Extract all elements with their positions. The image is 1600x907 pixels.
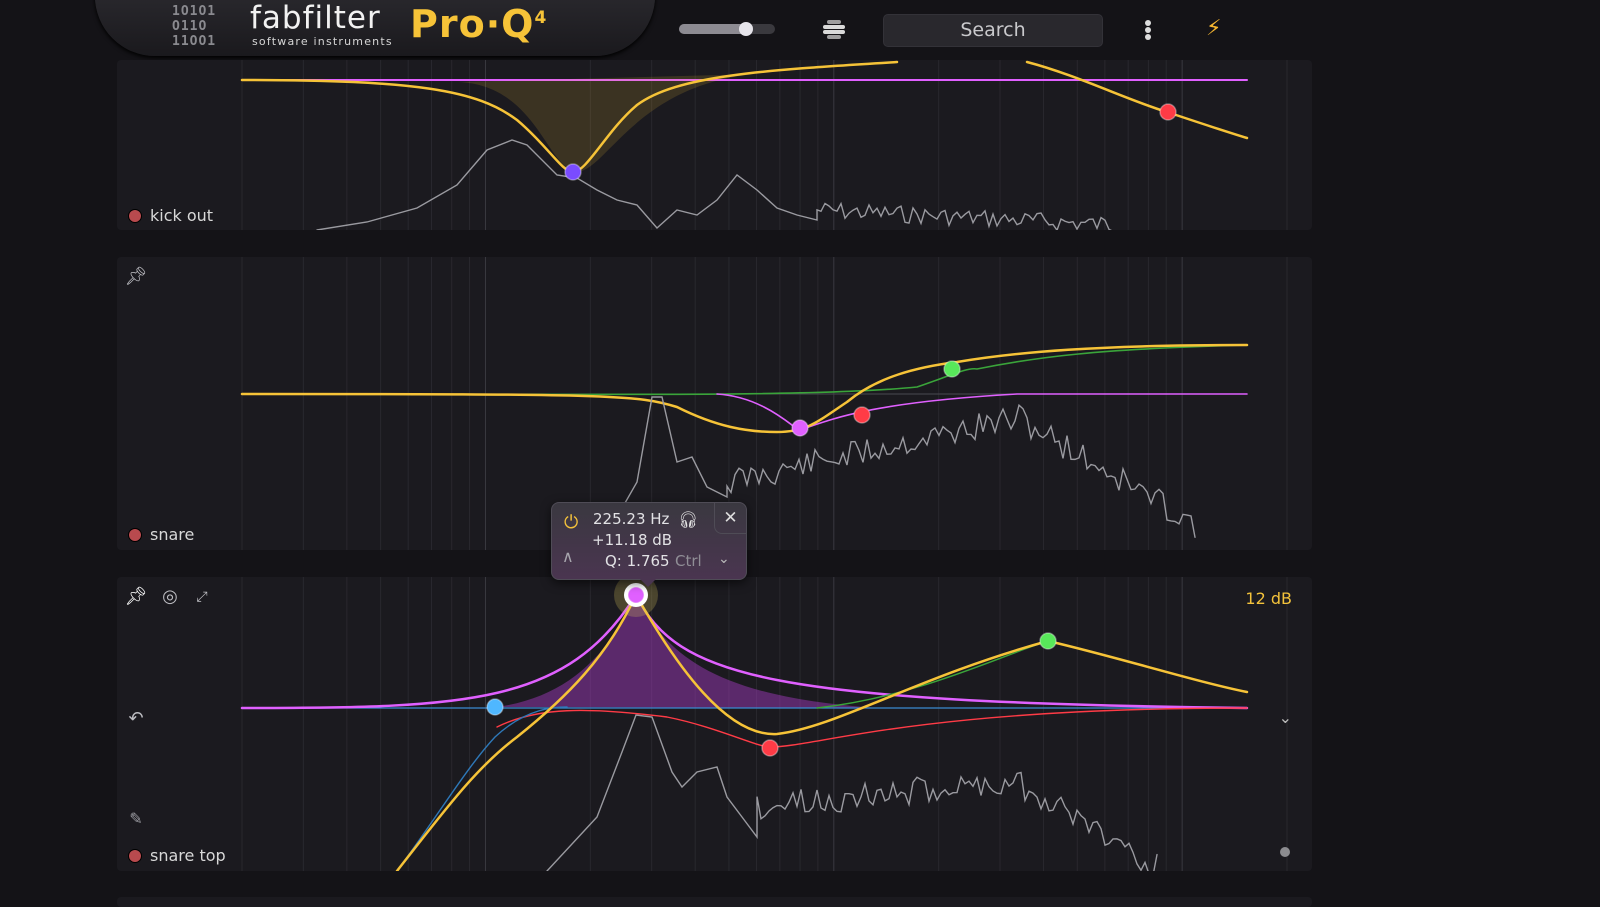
top-bar: 1O1O1 O11O 11OO1 fabfilter software inst…: [0, 0, 1600, 62]
fabfilter-logo-icon: 1O1O1 O11O 11OO1: [172, 4, 228, 50]
band-handle[interactable]: [627, 586, 645, 604]
track-color-dot: [129, 528, 141, 541]
band-frequency[interactable]: 225.23 Hz: [593, 510, 669, 528]
pin-icon[interactable]: 📌︎: [124, 585, 148, 609]
band-fill: [497, 595, 877, 708]
product-version: 4: [534, 8, 548, 28]
band-gain[interactable]: +11.18 dB: [592, 531, 672, 549]
output-level-slider[interactable]: [679, 22, 775, 36]
band-handle[interactable]: [486, 698, 504, 716]
track-name: snare top: [150, 846, 226, 865]
power-icon[interactable]: ⏻: [564, 512, 578, 533]
chevron-down-icon[interactable]: ⌄: [718, 551, 730, 567]
band-handle[interactable]: [1039, 632, 1057, 650]
band-curve: [241, 344, 1248, 396]
eq-panel-kick-out[interactable]: kick out: [117, 60, 1312, 230]
slider-fill: [679, 24, 747, 34]
eq-curve: [240, 343, 1249, 434]
spectrum-line: [546, 714, 1158, 871]
search-input[interactable]: Search: [883, 14, 1103, 47]
band-handle[interactable]: [761, 739, 779, 757]
product-name: Pro·Q4: [410, 2, 547, 46]
track-label[interactable]: snare top: [129, 846, 226, 865]
eq-panel-snare-top[interactable]: 📌︎ ◎ ⤢ ↶ ✎ 12 dB ⌄ snare top: [117, 577, 1312, 871]
chevron-down-icon[interactable]: ⌄: [1279, 708, 1292, 727]
slider-knob[interactable]: [739, 22, 754, 36]
band-fill: [457, 74, 757, 172]
logo-bits-row: O11O: [172, 19, 208, 34]
track-label[interactable]: snare: [129, 525, 194, 544]
brand-subtitle: software instruments: [252, 35, 393, 48]
band-handle[interactable]: [791, 419, 809, 437]
auto-gain-icon[interactable]: ◎: [158, 585, 182, 609]
band-q[interactable]: Q: 1.765: [605, 552, 670, 570]
track-color-dot: [129, 849, 141, 862]
band-handle[interactable]: [564, 163, 582, 181]
brush-icon[interactable]: ✎: [124, 807, 148, 831]
band-curve: [396, 706, 568, 871]
undo-icon[interactable]: ↶: [124, 707, 148, 731]
hamburger-stack-icon[interactable]: [822, 19, 846, 41]
spectrum-line: [316, 139, 1112, 230]
band-handle[interactable]: [1159, 103, 1177, 121]
eq-graph[interactable]: [117, 577, 1312, 871]
track-name: snare: [150, 525, 195, 544]
band-handle[interactable]: [943, 360, 961, 378]
db-range-label[interactable]: 12 dB: [1245, 589, 1292, 608]
bell-shape-icon[interactable]: ∧: [562, 547, 574, 566]
lightning-link-icon[interactable]: ⚡: [1206, 16, 1221, 41]
eq-curve: [395, 592, 1249, 871]
band-tooltip: ⏻ 225.23 Hz +11.18 dB ∧ Q: 1.765 Ctrl 🎧︎…: [551, 502, 747, 587]
pin-icon[interactable]: 📌︎: [124, 265, 148, 289]
modifier-hint: Ctrl: [675, 552, 702, 570]
track-label[interactable]: kick out: [129, 206, 213, 225]
logo-bits-row: 1O1O1: [172, 4, 217, 19]
eq-panel-partial: [117, 897, 1312, 907]
band-curve: [496, 707, 1248, 748]
brand-name: fabfilter: [250, 0, 381, 36]
track-name: kick out: [150, 206, 214, 225]
output-knob[interactable]: [1280, 847, 1290, 857]
expand-icon[interactable]: ⤢: [190, 585, 214, 609]
headphones-icon[interactable]: 🎧︎: [678, 510, 698, 529]
close-icon[interactable]: ✕: [714, 503, 746, 534]
eq-curve: [1025, 60, 1249, 140]
kebab-menu-icon[interactable]: [1145, 20, 1153, 40]
eq-graph[interactable]: [117, 60, 1312, 230]
logo-bits-row: 11OO1: [172, 34, 217, 49]
track-color-dot: [129, 209, 141, 222]
band-handle[interactable]: [853, 406, 871, 424]
product-title: Pro·Q: [410, 2, 535, 46]
